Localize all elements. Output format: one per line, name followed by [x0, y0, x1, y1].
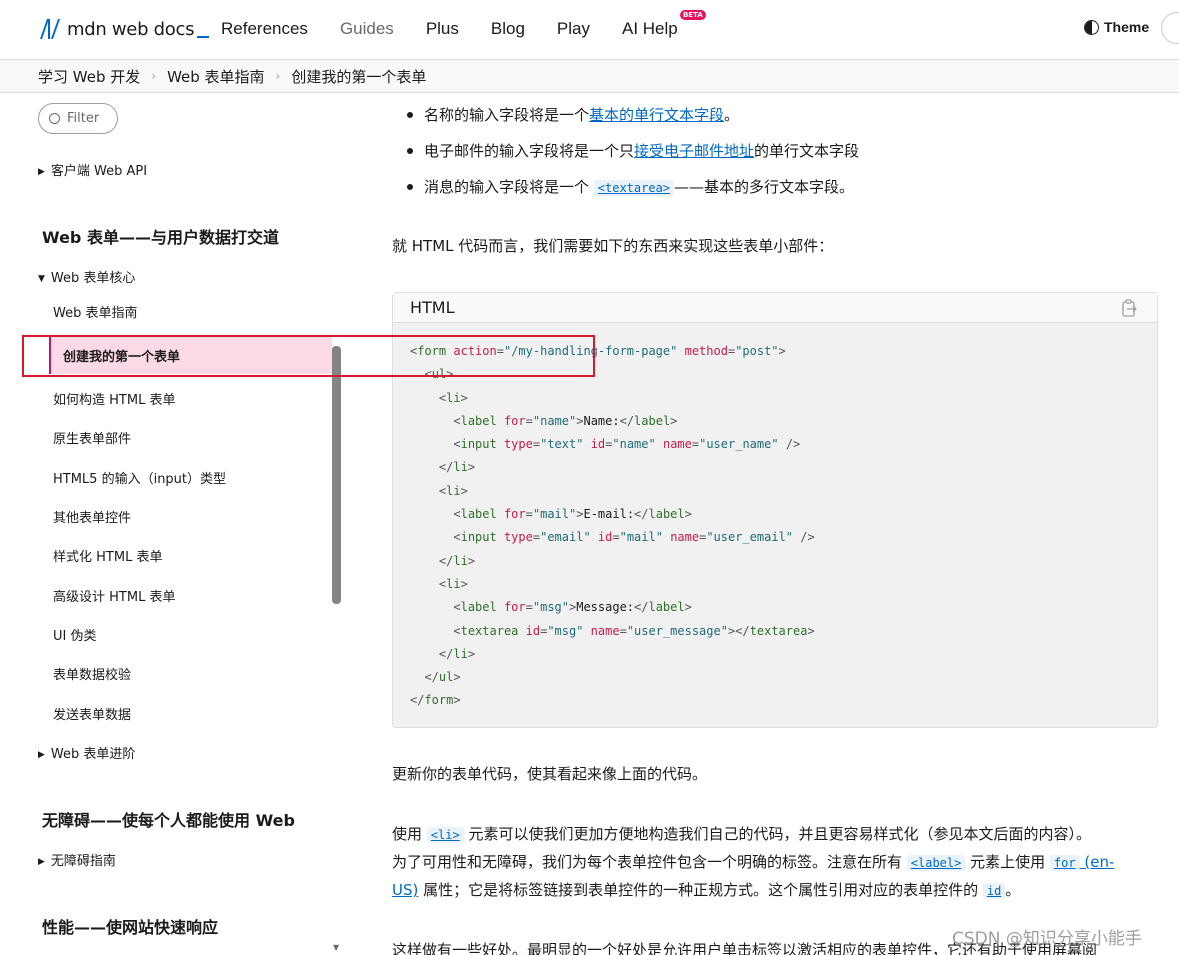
code-link-label[interactable]: <label>: [906, 855, 966, 871]
main-nav: References Guides Plus Blog Play AI Help…: [205, 0, 706, 58]
bullet-text: 的单行文本字段: [754, 142, 860, 160]
sidebar-item-advanced-styling[interactable]: 高级设计 HTML 表单: [53, 586, 175, 605]
nav-references[interactable]: References: [205, 19, 324, 39]
nav-ai-help[interactable]: AI Help BETA: [606, 10, 706, 39]
theme-contrast-icon: [1084, 19, 1099, 35]
sidebar-toggle-label: Web 表单进阶: [50, 747, 136, 762]
bullet-marker: [407, 184, 413, 190]
link-en-us[interactable]: US): [392, 881, 418, 899]
logo-text: mdn web docs: [67, 18, 195, 40]
bullet-marker: [407, 148, 413, 154]
sidebar-toggle-client-api[interactable]: ▶ 客户端 Web API: [38, 160, 147, 179]
sidebar-heading-performance: 性能——使网站快速响应: [42, 918, 219, 937]
theme-label: Theme: [1104, 19, 1150, 35]
sidebar-item-first-form[interactable]: 创建我的第一个表单: [63, 346, 180, 365]
code-header: HTML: [393, 293, 1157, 323]
breadcrumb-current[interactable]: 创建我的第一个表单: [291, 66, 426, 87]
top-header: mdn web docs References Guides Plus Blog…: [0, 0, 1179, 58]
code-link-id[interactable]: id: [982, 883, 1006, 899]
breadcrumb: 学习 Web 开发 › Web 表单指南 › 创建我的第一个表单: [0, 59, 1179, 93]
nav-guides[interactable]: Guides: [324, 19, 410, 39]
triangle-right-icon: ▶: [38, 857, 45, 867]
sidebar-item-native-widgets[interactable]: 原生表单部件: [53, 428, 131, 447]
link-en-us[interactable]: (en-: [1080, 853, 1114, 871]
paragraph-intro: 就 HTML 代码而言，我们需要如下的东西来实现这些表单小部件：: [392, 237, 834, 255]
watermark: CSDN @知识分享小能手: [952, 929, 1142, 949]
sidebar-toggle-label: Web 表单核心: [50, 271, 136, 286]
sidebar-item-styling[interactable]: 样式化 HTML 表单: [53, 546, 162, 565]
code-example: HTML <form action="/my-handling-form-pag…: [392, 292, 1158, 728]
bullet-text: 电子邮件的输入字段将是一个只: [424, 142, 635, 160]
triangle-right-icon: ▶: [38, 750, 45, 760]
paragraph-labels-cont: US) 属性；它是将标签链接到表单控件的一种正规方式。这个属性引用对应的表单控件…: [392, 876, 1020, 905]
sidebar: Filter ▶ 客户端 Web API Web 表单——与用户数据打交道 ▼ We…: [0, 94, 344, 955]
bullet-text: 消息的输入字段将是一个: [424, 178, 594, 196]
sidebar-scrollbar[interactable]: [332, 346, 341, 604]
sidebar-toggle-a11y[interactable]: ▶ 无障碍指南: [38, 850, 116, 869]
nav-play[interactable]: Play: [541, 19, 606, 39]
paragraph-labels: 为了可用性和无障碍，我们为每个表单控件包含一个明确的标签。注意在所有 <labe…: [392, 848, 1114, 877]
sidebar-filter-input[interactable]: Filter: [38, 103, 118, 134]
sidebar-toggle-forms-core[interactable]: ▼ Web 表单核心: [38, 267, 135, 286]
scroll-down-arrow-icon[interactable]: ▼: [333, 943, 339, 952]
beta-badge: BETA: [679, 10, 706, 20]
sidebar-item-html5-input[interactable]: HTML5 的输入（input）类型: [53, 468, 226, 487]
copy-icon[interactable]: [1122, 299, 1138, 317]
sidebar-toggle-forms-advanced[interactable]: ▶ Web 表单进阶: [38, 743, 135, 762]
para-text: 元素可以使我们更加方便地构造我们自己的代码，并且更容易样式化（参见本文后面的内容…: [463, 825, 1091, 843]
nav-plus[interactable]: Plus: [410, 19, 475, 39]
mdn-logo-icon: [40, 19, 60, 39]
bullet-text: 名称的输入字段将是一个: [424, 106, 590, 124]
sidebar-toggle-label: 客户端 Web API: [50, 164, 148, 179]
sidebar-item-validation[interactable]: 表单数据校验: [53, 664, 131, 683]
para-text: 。: [1005, 881, 1021, 899]
article-content: 名称的输入字段将是一个基本的单行文本字段。 电子邮件的输入字段将是一个只接受电子…: [392, 94, 1158, 955]
bullet-text: ——基本的多行文本字段。: [674, 178, 855, 196]
list-item: 消息的输入字段将是一个 <textarea> ——基本的多行文本字段。: [424, 176, 854, 197]
sidebar-item-ui-pseudo[interactable]: UI 伪类: [53, 625, 96, 644]
sidebar-item-structure[interactable]: 如何构造 HTML 表单: [53, 389, 175, 408]
bullet-marker: [407, 112, 413, 118]
sidebar-toggle-label: 无障碍指南: [50, 854, 116, 869]
code-body: <form action="/my-handling-form-page" me…: [410, 344, 815, 708]
nav-blog[interactable]: Blog: [475, 19, 541, 39]
triangle-down-icon: ▼: [38, 274, 45, 284]
para-text: 为了可用性和无障碍，我们为每个表单控件包含一个明确的标签。注意在所有: [392, 853, 907, 871]
filter-placeholder: Filter: [67, 111, 100, 126]
sidebar-heading-forms: Web 表单——与用户数据打交道: [42, 228, 279, 247]
code-link-li[interactable]: <li>: [426, 827, 464, 843]
para-text: 元素上使用: [965, 853, 1050, 871]
code-language-label: HTML: [410, 298, 455, 317]
para-text: 属性；它是将标签链接到表单控件的一种正规方式。这个属性引用对应的表单控件的: [418, 881, 983, 899]
chevron-right-icon: ›: [275, 69, 281, 83]
sidebar-item-sending[interactable]: 发送表单数据: [53, 704, 131, 723]
sidebar-heading-a11y: 无障碍——使每个人都能使用 Web: [42, 811, 295, 830]
theme-button[interactable]: Theme: [1084, 19, 1149, 35]
breadcrumb-learn[interactable]: 学习 Web 开发: [38, 66, 140, 87]
link-single-line-text[interactable]: 基本的单行文本字段: [589, 106, 724, 124]
list-item: 名称的输入字段将是一个基本的单行文本字段。: [424, 104, 739, 125]
bullet-text: 。: [724, 106, 740, 124]
code-link-textarea[interactable]: <textarea>: [593, 180, 675, 196]
code-link-for[interactable]: for: [1049, 855, 1080, 871]
login-button[interactable]: [1161, 12, 1179, 44]
triangle-right-icon: ▶: [38, 167, 45, 177]
breadcrumb-forms[interactable]: Web 表单指南: [167, 66, 264, 87]
chevron-right-icon: ›: [151, 69, 157, 83]
filter-icon: [49, 113, 60, 124]
paragraph-update: 更新你的表单代码，使其看起来像上面的代码。: [392, 765, 708, 783]
para-text: 使用: [392, 825, 427, 843]
nav-ai-help-label: AI Help: [622, 19, 678, 38]
mdn-logo[interactable]: mdn web docs: [38, 16, 210, 42]
sidebar-item-forms-guide[interactable]: Web 表单指南: [53, 302, 137, 321]
list-item: 电子邮件的输入字段将是一个只接受电子邮件地址的单行文本字段: [424, 140, 859, 161]
link-email-input[interactable]: 接受电子邮件地址: [634, 142, 754, 160]
paragraph-use-li: 使用 <li> 元素可以使我们更加方便地构造我们自己的代码，并且更容易样式化（参…: [392, 820, 1091, 849]
sidebar-item-other-controls[interactable]: 其他表单控件: [53, 507, 131, 526]
